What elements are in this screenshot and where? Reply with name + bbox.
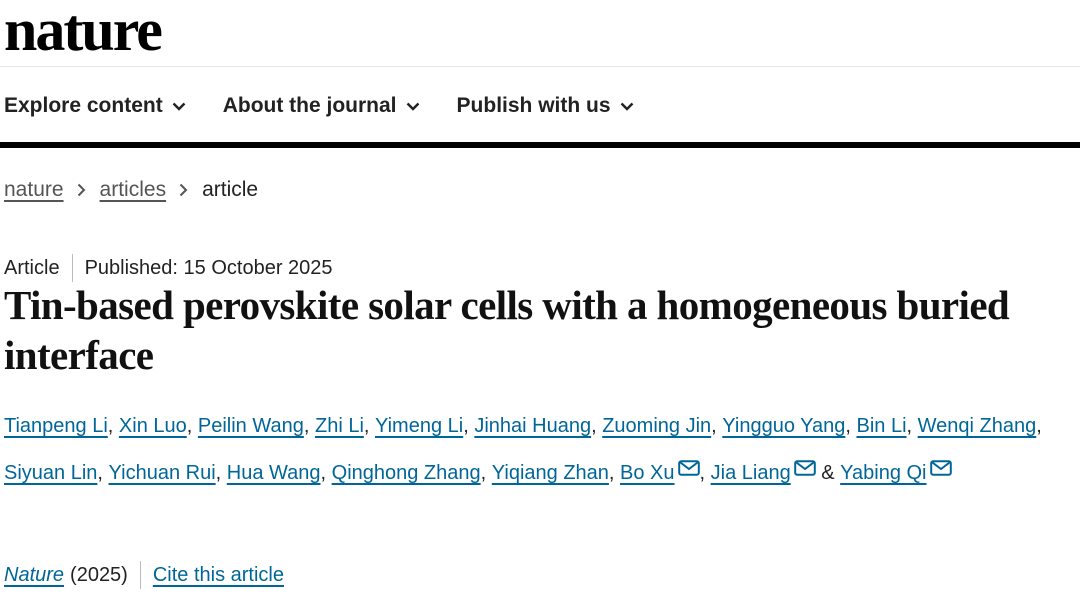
author-link[interactable]: Tianpeng Li	[4, 415, 108, 437]
author-separator: ,	[711, 415, 723, 437]
header-divider	[0, 66, 1080, 67]
author-separator: ,	[845, 415, 857, 437]
breadcrumb-nature[interactable]: nature	[4, 178, 64, 202]
nav-publish-with-us[interactable]: Publish with us	[457, 94, 634, 118]
breadcrumb: nature articles article	[4, 178, 258, 202]
author-item: Tianpeng Li,	[4, 415, 119, 437]
nature-logo[interactable]: nature	[4, 0, 163, 66]
author-separator: ,	[363, 415, 376, 437]
author-separator: ,	[320, 462, 332, 484]
nav-explore-content[interactable]: Explore content	[4, 94, 186, 118]
email-icon[interactable]	[677, 448, 700, 476]
author-item: Siyuan Lin,	[4, 462, 109, 484]
author-link[interactable]: Siyuan Lin	[4, 462, 97, 484]
author-link[interactable]: Peilin Wang	[198, 415, 304, 437]
chevron-down-icon	[172, 99, 186, 113]
author-item: Wenqi Zhang,	[918, 415, 1042, 437]
author-list: Tianpeng Li, Xin Luo, Peilin Wang, Zhi L…	[4, 404, 1074, 495]
author-separator: ,	[699, 462, 711, 484]
journal-link[interactable]: Nature	[4, 564, 64, 587]
author-link[interactable]: Hua Wang	[227, 462, 321, 484]
author-link[interactable]: Wenqi Zhang	[918, 415, 1037, 437]
main-nav: Explore content About the journal Publis…	[4, 92, 671, 120]
author-link[interactable]: Qinghong Zhang	[332, 462, 481, 484]
chevron-down-icon	[620, 99, 634, 113]
author-item: Peilin Wang,	[198, 415, 315, 437]
author-item: Yiqiang Zhan,	[492, 462, 620, 484]
author-link[interactable]: Jinhai Huang	[474, 415, 591, 437]
author-link[interactable]: Bin Li	[856, 415, 906, 437]
author-item: Zhi Li,	[315, 415, 375, 437]
cite-divider	[139, 561, 141, 589]
article-meta: Article Published: 15 October 2025	[4, 254, 333, 282]
nav-bottom-rule	[0, 142, 1080, 148]
author-separator: ,	[215, 462, 227, 484]
author-item: Yimeng Li,	[375, 415, 474, 437]
author-separator: ,	[480, 462, 492, 484]
author-link[interactable]: Yichuan Rui	[109, 462, 216, 484]
nav-about-the-journal[interactable]: About the journal	[223, 94, 420, 118]
author-link[interactable]: Yingguo Yang	[722, 415, 845, 437]
publication-year: (2025)	[70, 563, 128, 586]
author-separator: ,	[591, 415, 603, 437]
author-separator: ,	[463, 415, 475, 437]
author-item: Yabing Qi	[840, 460, 952, 484]
author-item: Qinghong Zhang,	[332, 462, 492, 484]
author-link[interactable]: Zuoming Jin	[602, 415, 711, 437]
chevron-down-icon	[406, 99, 420, 113]
author-item: Yingguo Yang,	[722, 415, 856, 437]
published-date: Published: 15 October 2025	[84, 256, 333, 279]
author-separator: ,	[906, 415, 918, 437]
author-link[interactable]: Yimeng Li	[375, 415, 463, 437]
author-separator: ,	[107, 415, 119, 437]
nav-item-label: Explore content	[4, 94, 163, 117]
chevron-right-icon	[179, 183, 189, 197]
author-separator: ,	[303, 415, 315, 437]
author-separator: ,	[608, 462, 621, 484]
author-link[interactable]: Yabing Qi	[840, 462, 926, 484]
author-item: Yichuan Rui,	[109, 462, 227, 484]
author-item: Xin Luo,	[119, 415, 198, 437]
cite-this-article-link[interactable]: Cite this article	[153, 564, 284, 587]
author-separator: ,	[97, 462, 109, 484]
author-link[interactable]: Xin Luo	[119, 415, 187, 437]
article-title: Tin-based perovskite solar cells with a …	[4, 282, 1010, 378]
author-separator: &	[815, 462, 841, 484]
author-item: Jia Liang &	[711, 460, 841, 484]
nav-item-label: About the journal	[222, 94, 397, 117]
nav-item-label: Publish with us	[456, 94, 611, 117]
author-separator: ,	[186, 415, 198, 437]
meta-divider	[71, 254, 73, 282]
breadcrumb-articles[interactable]: articles	[100, 178, 167, 202]
author-item: Bo Xu,	[620, 460, 711, 484]
author-separator: ,	[1036, 415, 1042, 437]
author-link[interactable]: Jia Liang	[711, 462, 791, 484]
author-item: Bin Li,	[856, 415, 917, 437]
chevron-right-icon	[77, 183, 87, 197]
author-link[interactable]: Bo Xu	[620, 462, 674, 484]
article-type: Article	[4, 256, 60, 279]
author-item: Hua Wang,	[227, 462, 332, 484]
author-link[interactable]: Yiqiang Zhan	[492, 462, 609, 484]
author-item: Zuoming Jin,	[602, 415, 722, 437]
author-item: Jinhai Huang,	[474, 415, 602, 437]
email-icon[interactable]	[929, 448, 952, 476]
breadcrumb-current: article	[202, 178, 259, 201]
author-link[interactable]: Zhi Li	[315, 415, 364, 437]
citation-line: Nature (2025) Cite this article	[4, 561, 284, 589]
email-icon[interactable]	[793, 448, 816, 476]
